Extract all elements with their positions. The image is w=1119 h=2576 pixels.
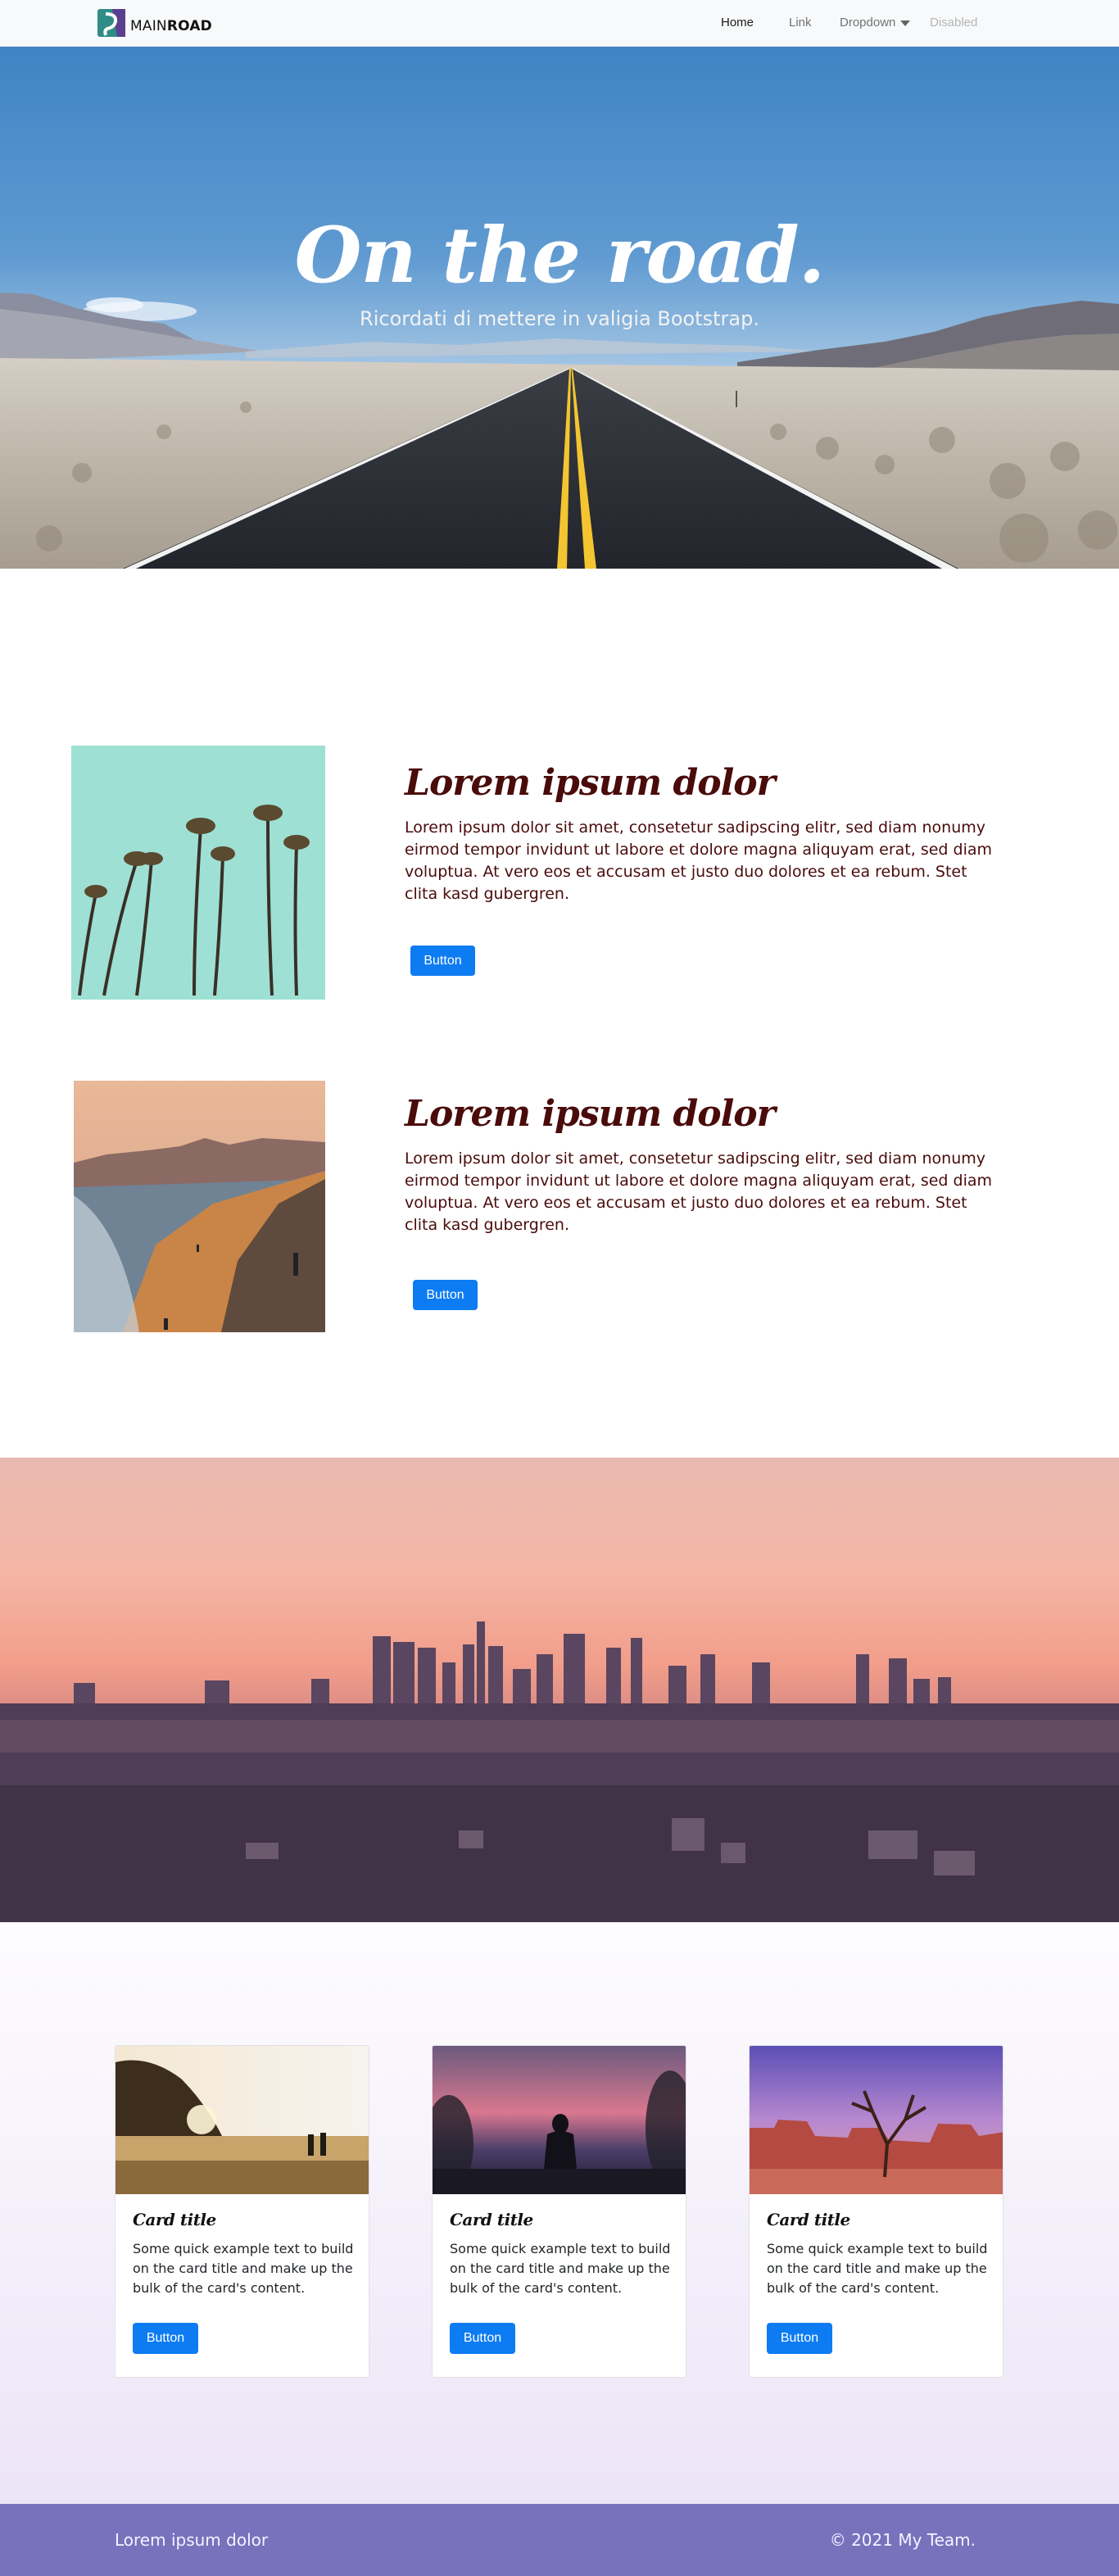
beach-image <box>74 1081 325 1332</box>
nav-dropdown-label: Dropdown <box>840 16 896 29</box>
card-title: Card title <box>133 2210 216 2229</box>
footer-text: Lorem ipsum dolor <box>115 2530 269 2550</box>
card-button[interactable]: Button <box>767 2323 832 2354</box>
city-skyline-image <box>0 1458 1119 1922</box>
card: Card title Some quick example text to bu… <box>432 2045 686 2378</box>
cards-section: Card title Some quick example text to bu… <box>0 1922 1119 2504</box>
feature-1-button[interactable]: Button <box>410 946 475 976</box>
feature-1-text: Lorem ipsum dolor sit amet, consetetur s… <box>405 819 993 903</box>
card-text: Some quick example text to build on the … <box>767 2241 988 2296</box>
nav-home[interactable]: Home <box>721 16 754 29</box>
card-text: Some quick example text to build on the … <box>133 2241 354 2296</box>
brand-logo-link[interactable]: MAINROAD <box>96 7 212 39</box>
card-title: Card title <box>450 2210 533 2229</box>
feature-2-button[interactable]: Button <box>413 1280 478 1310</box>
nav-dropdown[interactable]: Dropdown <box>840 16 911 29</box>
card: Card title Some quick example text to bu… <box>115 2045 369 2378</box>
feature-2-title: Lorem ipsum dolor <box>405 1093 776 1135</box>
navbar: MAINROAD Home Link Dropdown Disabled <box>0 0 1119 47</box>
card-image-surfers <box>116 2046 369 2194</box>
nav-disabled: Disabled <box>930 16 978 29</box>
hero-banner: On the road. Ricordati di mettere in val… <box>0 47 1119 569</box>
card-image-silhouette <box>433 2046 686 2194</box>
card-title: Card title <box>767 2210 850 2229</box>
feature-2-text: Lorem ipsum dolor sit amet, consetetur s… <box>405 1150 993 1234</box>
footer: Lorem ipsum dolor © 2021 My Team. <box>0 2504 1119 2576</box>
feature-1-title: Lorem ipsum dolor <box>405 762 776 804</box>
palm-trees-image <box>71 746 325 1000</box>
card-image-desert-tree <box>750 2046 1003 2194</box>
copyright-text: © 2021 My Team. <box>829 2530 976 2550</box>
hero-subtitle: Ricordati di mettere in valigia Bootstra… <box>360 307 759 330</box>
brand-name: MAINROAD <box>130 18 212 34</box>
card-text: Some quick example text to build on the … <box>450 2241 671 2296</box>
card-button[interactable]: Button <box>450 2323 515 2354</box>
caret-down-icon <box>900 20 911 26</box>
nav-link[interactable]: Link <box>789 16 812 29</box>
hero-title: On the road. <box>294 211 826 301</box>
brand-logo-icon <box>96 7 127 39</box>
card: Card title Some quick example text to bu… <box>749 2045 1003 2378</box>
card-button[interactable]: Button <box>133 2323 198 2354</box>
